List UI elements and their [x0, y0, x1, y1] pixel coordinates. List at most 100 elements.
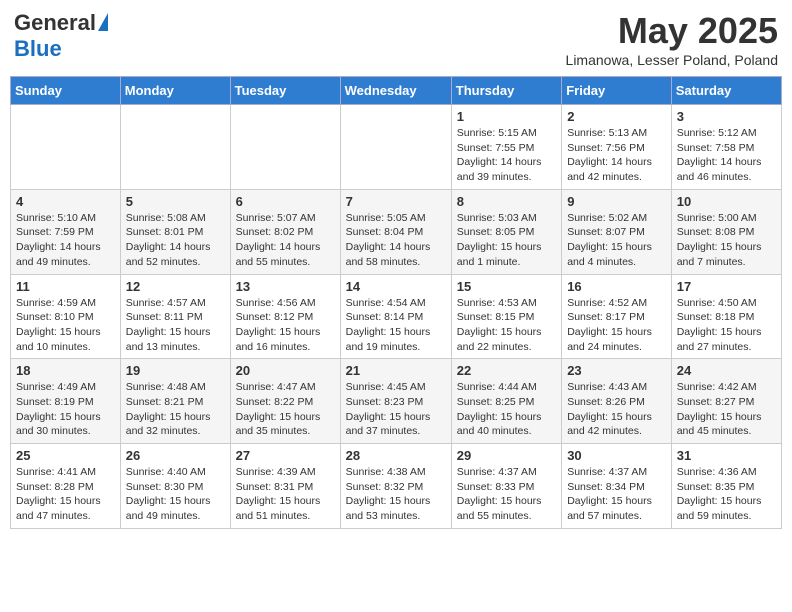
day-number: 6	[236, 194, 335, 209]
title-block: May 2025 Limanowa, Lesser Poland, Poland	[566, 10, 778, 68]
week-row-4: 25Sunrise: 4:41 AM Sunset: 8:28 PM Dayli…	[11, 444, 782, 529]
day-number: 30	[567, 448, 666, 463]
header-row: SundayMondayTuesdayWednesdayThursdayFrid…	[11, 77, 782, 105]
day-number: 21	[346, 363, 446, 378]
day-number: 12	[126, 279, 225, 294]
week-row-0: 1 Sunrise: 5:15 AM Sunset: 7:55 PM Daylig…	[11, 105, 782, 190]
day-info: Sunrise: 4:43 AM Sunset: 8:26 PM Dayligh…	[567, 380, 666, 439]
day-number: 27	[236, 448, 335, 463]
day-cell: 10 Sunrise: 5:00 AM Sunset: 8:08 PM Dayli…	[671, 189, 781, 274]
day-number: 10	[677, 194, 776, 209]
header-cell-tuesday: Tuesday	[230, 77, 340, 105]
day-cell: 23 Sunrise: 4:43 AM Sunset: 8:26 PM Dayli…	[562, 359, 672, 444]
page-header: General Blue May 2025 Limanowa, Lesser P…	[10, 10, 782, 68]
header-cell-friday: Friday	[562, 77, 672, 105]
day-cell: 28Sunrise: 4:38 AM Sunset: 8:32 PM Dayli…	[340, 444, 451, 529]
day-info: Sunrise: 5:07 AM Sunset: 8:02 PM Dayligh…	[236, 211, 335, 270]
day-info: Sunrise: 4:36 AM Sunset: 8:35 PM Dayligh…	[677, 465, 776, 524]
day-info: Sunrise: 5:02 AM Sunset: 8:07 PM Dayligh…	[567, 211, 666, 270]
day-cell: 24Sunrise: 4:42 AM Sunset: 8:27 PM Dayli…	[671, 359, 781, 444]
day-cell: 12 Sunrise: 4:57 AM Sunset: 8:11 PM Dayli…	[120, 274, 230, 359]
day-cell: 18 Sunrise: 4:49 AM Sunset: 8:19 PM Dayli…	[11, 359, 121, 444]
day-info: Sunrise: 4:54 AM Sunset: 8:14 PM Dayligh…	[346, 296, 446, 355]
day-number: 26	[126, 448, 225, 463]
day-info: Sunrise: 5:08 AM Sunset: 8:01 PM Dayligh…	[126, 211, 225, 270]
day-cell: 25Sunrise: 4:41 AM Sunset: 8:28 PM Dayli…	[11, 444, 121, 529]
day-cell: 13 Sunrise: 4:56 AM Sunset: 8:12 PM Dayli…	[230, 274, 340, 359]
location-subtitle: Limanowa, Lesser Poland, Poland	[566, 52, 778, 68]
day-number: 1	[457, 109, 556, 124]
day-cell	[340, 105, 451, 190]
day-cell: 4 Sunrise: 5:10 AM Sunset: 7:59 PM Daylig…	[11, 189, 121, 274]
day-info: Sunrise: 4:37 AM Sunset: 8:33 PM Dayligh…	[457, 465, 556, 524]
day-cell: 7 Sunrise: 5:05 AM Sunset: 8:04 PM Daylig…	[340, 189, 451, 274]
logo: General Blue	[14, 10, 108, 62]
day-number: 17	[677, 279, 776, 294]
day-number: 31	[677, 448, 776, 463]
header-cell-saturday: Saturday	[671, 77, 781, 105]
day-info: Sunrise: 5:05 AM Sunset: 8:04 PM Dayligh…	[346, 211, 446, 270]
day-number: 14	[346, 279, 446, 294]
day-cell: 20Sunrise: 4:47 AM Sunset: 8:22 PM Dayli…	[230, 359, 340, 444]
day-info: Sunrise: 4:50 AM Sunset: 8:18 PM Dayligh…	[677, 296, 776, 355]
day-cell: 16Sunrise: 4:52 AM Sunset: 8:17 PM Dayli…	[562, 274, 672, 359]
day-info: Sunrise: 4:39 AM Sunset: 8:31 PM Dayligh…	[236, 465, 335, 524]
header-cell-sunday: Sunday	[11, 77, 121, 105]
day-info: Sunrise: 5:00 AM Sunset: 8:08 PM Dayligh…	[677, 211, 776, 270]
day-info: Sunrise: 4:44 AM Sunset: 8:25 PM Dayligh…	[457, 380, 556, 439]
day-info: Sunrise: 4:49 AM Sunset: 8:19 PM Dayligh…	[16, 380, 115, 439]
logo-blue: Blue	[14, 36, 62, 62]
day-cell: 14 Sunrise: 4:54 AM Sunset: 8:14 PM Dayli…	[340, 274, 451, 359]
day-info: Sunrise: 4:40 AM Sunset: 8:30 PM Dayligh…	[126, 465, 225, 524]
header-cell-monday: Monday	[120, 77, 230, 105]
day-number: 29	[457, 448, 556, 463]
day-info: Sunrise: 5:10 AM Sunset: 7:59 PM Dayligh…	[16, 211, 115, 270]
day-cell: 29 Sunrise: 4:37 AM Sunset: 8:33 PM Dayli…	[451, 444, 561, 529]
day-cell: 27 Sunrise: 4:39 AM Sunset: 8:31 PM Dayli…	[230, 444, 340, 529]
day-cell: 5 Sunrise: 5:08 AM Sunset: 8:01 PM Daylig…	[120, 189, 230, 274]
day-cell: 17 Sunrise: 4:50 AM Sunset: 8:18 PM Dayli…	[671, 274, 781, 359]
day-info: Sunrise: 4:57 AM Sunset: 8:11 PM Dayligh…	[126, 296, 225, 355]
week-row-1: 4 Sunrise: 5:10 AM Sunset: 7:59 PM Daylig…	[11, 189, 782, 274]
month-title: May 2025	[566, 10, 778, 52]
day-cell: 8Sunrise: 5:03 AM Sunset: 8:05 PM Daylig…	[451, 189, 561, 274]
day-number: 16	[567, 279, 666, 294]
day-cell: 30 Sunrise: 4:37 AM Sunset: 8:34 PM Dayli…	[562, 444, 672, 529]
day-cell: 26 Sunrise: 4:40 AM Sunset: 8:30 PM Dayli…	[120, 444, 230, 529]
day-number: 22	[457, 363, 556, 378]
day-info: Sunrise: 4:48 AM Sunset: 8:21 PM Dayligh…	[126, 380, 225, 439]
day-info: Sunrise: 4:56 AM Sunset: 8:12 PM Dayligh…	[236, 296, 335, 355]
day-cell: 2Sunrise: 5:13 AM Sunset: 7:56 PM Daylig…	[562, 105, 672, 190]
day-number: 2	[567, 109, 666, 124]
day-cell	[120, 105, 230, 190]
day-info: Sunrise: 5:15 AM Sunset: 7:55 PM Dayligh…	[457, 126, 556, 185]
day-info: Sunrise: 4:38 AM Sunset: 8:32 PM Dayligh…	[346, 465, 446, 524]
day-cell	[11, 105, 121, 190]
header-cell-thursday: Thursday	[451, 77, 561, 105]
day-number: 25	[16, 448, 115, 463]
day-cell: 22 Sunrise: 4:44 AM Sunset: 8:25 PM Dayli…	[451, 359, 561, 444]
calendar-table: SundayMondayTuesdayWednesdayThursdayFrid…	[10, 76, 782, 529]
day-number: 11	[16, 279, 115, 294]
day-cell: 31 Sunrise: 4:36 AM Sunset: 8:35 PM Dayli…	[671, 444, 781, 529]
day-info: Sunrise: 4:45 AM Sunset: 8:23 PM Dayligh…	[346, 380, 446, 439]
day-number: 8	[457, 194, 556, 209]
day-info: Sunrise: 4:42 AM Sunset: 8:27 PM Dayligh…	[677, 380, 776, 439]
logo-general: General	[14, 10, 96, 36]
day-number: 23	[567, 363, 666, 378]
week-row-3: 18 Sunrise: 4:49 AM Sunset: 8:19 PM Dayli…	[11, 359, 782, 444]
day-number: 5	[126, 194, 225, 209]
day-number: 9	[567, 194, 666, 209]
day-number: 4	[16, 194, 115, 209]
logo-triangle-icon	[98, 13, 108, 31]
day-info: Sunrise: 4:47 AM Sunset: 8:22 PM Dayligh…	[236, 380, 335, 439]
day-number: 13	[236, 279, 335, 294]
day-number: 7	[346, 194, 446, 209]
day-cell: 15Sunrise: 4:53 AM Sunset: 8:15 PM Dayli…	[451, 274, 561, 359]
day-cell: 6 Sunrise: 5:07 AM Sunset: 8:02 PM Daylig…	[230, 189, 340, 274]
day-number: 18	[16, 363, 115, 378]
day-info: Sunrise: 4:37 AM Sunset: 8:34 PM Dayligh…	[567, 465, 666, 524]
calendar-body: 1 Sunrise: 5:15 AM Sunset: 7:55 PM Daylig…	[11, 105, 782, 529]
day-info: Sunrise: 4:59 AM Sunset: 8:10 PM Dayligh…	[16, 296, 115, 355]
day-info: Sunrise: 4:53 AM Sunset: 8:15 PM Dayligh…	[457, 296, 556, 355]
